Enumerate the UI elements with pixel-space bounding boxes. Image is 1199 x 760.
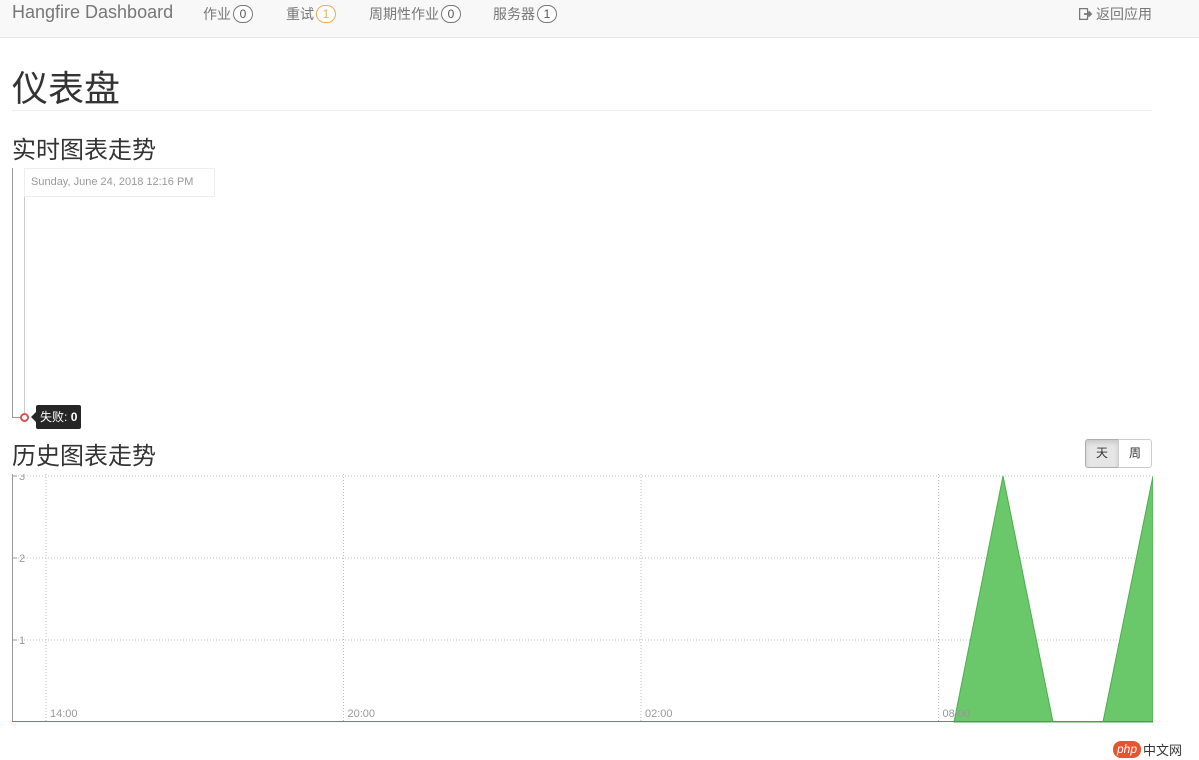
- nav-item-retries[interactable]: 重试 1: [286, 4, 336, 24]
- title-divider: [12, 110, 1152, 111]
- navbar: Hangfire Dashboard 作业 0 重试 1 周期性作业 0 服务器…: [0, 0, 1199, 38]
- history-chart: 1 2 3 14:00 20:00 02:00 08:00: [12, 474, 1153, 723]
- realtime-tooltip: 失败: 0: [30, 405, 82, 429]
- nav-item-recurring[interactable]: 周期性作业 0: [369, 4, 461, 24]
- brand-link[interactable]: Hangfire Dashboard: [12, 2, 173, 23]
- back-to-app-label: 返回应用: [1096, 6, 1152, 22]
- back-to-app-link[interactable]: 返回应用: [1079, 4, 1152, 24]
- x-tick-label: 14:00: [50, 708, 78, 720]
- history-chart-title: 历史图表走势: [12, 443, 156, 470]
- nav-item-label: 周期性作业: [369, 6, 439, 22]
- x-tick-label: 02:00: [645, 708, 673, 720]
- nav-item-label: 作业: [203, 6, 231, 22]
- realtime-timestamp: Sunday, June 24, 2018 12:16 PM: [24, 168, 215, 197]
- realtime-y-axis: [12, 168, 13, 418]
- count-badge: 1: [316, 5, 336, 23]
- page-title: 仪表盘: [12, 68, 121, 109]
- nav-item-servers[interactable]: 服务器 1: [493, 4, 557, 24]
- count-badge: 1: [537, 5, 557, 23]
- sign-out-icon: [1079, 8, 1093, 20]
- realtime-axis-tick: [12, 417, 20, 418]
- period-toggle: 天 周: [1085, 439, 1152, 468]
- y-tick-label: 2: [19, 553, 25, 565]
- history-axis-labels: 1 2 3 14:00 20:00 02:00 08:00: [19, 474, 970, 720]
- watermark: php 中文网: [1113, 740, 1182, 759]
- tooltip-value: 0: [70, 410, 78, 424]
- realtime-chart-title: 实时图表走势: [12, 137, 156, 164]
- nav-item-label: 重试: [286, 6, 314, 22]
- nav-item-jobs[interactable]: 作业 0: [203, 4, 253, 24]
- y-tick-label: 3: [19, 474, 25, 483]
- realtime-failed-point[interactable]: [20, 413, 29, 422]
- realtime-hover-line: [24, 168, 25, 418]
- x-tick-label: 20:00: [348, 708, 376, 720]
- succeeded-area: [953, 475, 1153, 723]
- tooltip-label: 失败:: [40, 410, 68, 424]
- day-button[interactable]: 天: [1085, 439, 1119, 468]
- count-badge: 0: [233, 5, 253, 23]
- count-badge: 0: [441, 5, 461, 23]
- nav-item-label: 服务器: [493, 6, 535, 22]
- history-areas: [12, 475, 1153, 723]
- week-button[interactable]: 周: [1118, 439, 1152, 468]
- watermark-text: 中文网: [1143, 743, 1183, 758]
- php-logo: php: [1113, 741, 1142, 758]
- x-tick-label: 08:00: [943, 708, 971, 720]
- y-tick-label: 1: [19, 635, 25, 647]
